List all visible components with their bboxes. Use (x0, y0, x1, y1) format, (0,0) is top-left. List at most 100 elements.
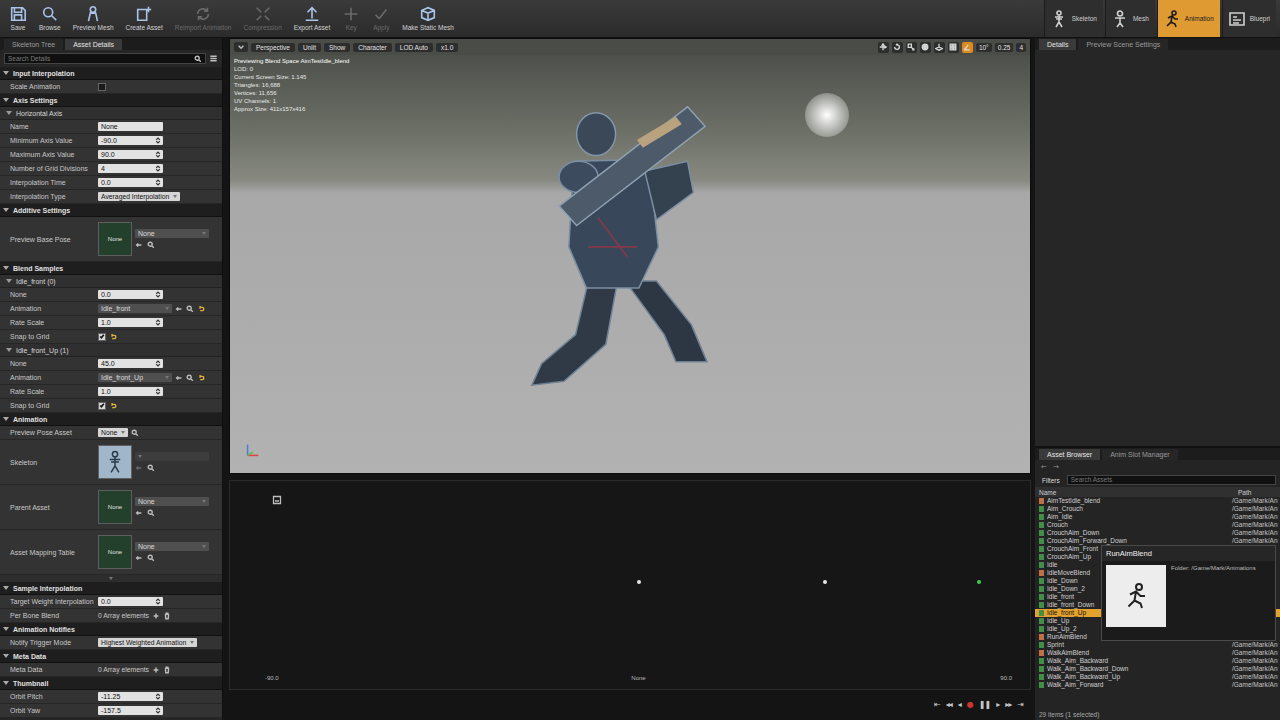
asset-search[interactable]: Search Assets (1067, 475, 1276, 485)
checkbox[interactable] (98, 333, 106, 341)
search-field[interactable]: Search Details (4, 53, 206, 64)
asset-row[interactable]: Sprint/Game/Mark/An (1035, 641, 1280, 649)
trash-icon[interactable] (163, 666, 171, 674)
view-options-icon[interactable] (209, 54, 218, 63)
skeleton-thumbnail[interactable] (98, 445, 132, 479)
number-field[interactable]: 0.0 (98, 290, 163, 299)
asset-combo[interactable]: Idle_front_Up (98, 373, 172, 382)
playback-button[interactable]: ⇥ (1017, 699, 1023, 711)
reset-arrow-icon[interactable] (109, 402, 117, 410)
dropdown[interactable]: None (98, 428, 128, 437)
playback-button[interactable]: ◂◂ (946, 699, 952, 711)
asset-combo[interactable]: Idle_front (98, 304, 172, 313)
use-selected-arrow-icon[interactable] (175, 305, 183, 313)
asset-combo[interactable]: None (135, 542, 209, 551)
magnifier-icon[interactable] (131, 429, 139, 437)
viewport-button[interactable]: x1.0 (436, 43, 458, 52)
viewport-button[interactable]: LOD Auto (395, 43, 433, 52)
section-header[interactable]: Animation (0, 413, 222, 426)
section-header[interactable]: Sample Interpolation (0, 582, 222, 595)
asset-row[interactable]: Walk_Aim_Backward_Down/Game/Mark/An (1035, 665, 1280, 673)
sample-point[interactable] (637, 580, 641, 584)
toolbar-button[interactable]: Make Static Mesh (397, 0, 459, 37)
snap-value[interactable]: 4 (1016, 43, 1026, 52)
section-header[interactable]: Additive Settings (0, 204, 222, 217)
mode-button[interactable]: Mesh (1105, 0, 1155, 37)
section-header[interactable]: Blend Samples (0, 262, 222, 275)
dropdown[interactable]: Highest Weighted Animation (98, 638, 197, 647)
number-field[interactable]: None (98, 122, 163, 131)
plus-icon[interactable] (152, 612, 160, 620)
magnifier-icon[interactable] (147, 554, 155, 562)
property-group[interactable]: Idle_front_Up (1) (0, 344, 222, 357)
number-field[interactable]: 1.0 (98, 318, 163, 327)
section-header[interactable]: Input Interpolation (0, 67, 222, 80)
asset-row[interactable]: WalkAimBlend/Game/Mark/An (1035, 649, 1280, 657)
use-selected-arrow-icon[interactable] (175, 374, 183, 382)
number-field[interactable]: 0.0 (98, 597, 163, 606)
magnifier-icon[interactable] (147, 464, 155, 472)
toolbar-button[interactable]: Save (4, 0, 32, 37)
asset-row[interactable]: Aim_Idle/Game/Mark/An (1035, 513, 1280, 521)
viewport-menu-button[interactable] (234, 42, 248, 52)
number-field[interactable]: -157.5 (98, 706, 163, 715)
viewport-button[interactable]: Character (353, 43, 392, 52)
viewport-tool[interactable] (962, 42, 973, 53)
scene-view[interactable]: Previewing Blend Space AimTestIdle_blend… (230, 55, 1030, 473)
playback-button[interactable]: ▸ (996, 699, 999, 711)
toolbar-button[interactable]: Preview Mesh (68, 0, 119, 37)
history-button[interactable]: ← (1041, 463, 1047, 471)
preview-point[interactable] (977, 580, 981, 584)
playback-button[interactable]: ▸▸ (1005, 699, 1011, 711)
toolbar-button[interactable]: Apply (367, 0, 395, 37)
asset-row[interactable]: CrouchAim_Down/Game/Mark/An (1035, 529, 1280, 537)
panel-tab[interactable]: Preview Scene Settings (1078, 39, 1168, 50)
playback-button[interactable]: ⇤ (934, 699, 940, 711)
panel-tab[interactable]: Details (1039, 39, 1076, 50)
panel-tab[interactable]: Asset Details (65, 39, 122, 50)
viewport-tool[interactable] (934, 42, 945, 53)
toolbar-button[interactable]: Export Asset (289, 0, 336, 37)
viewport-button[interactable]: Show (324, 43, 350, 52)
number-field[interactable]: 90.0 (98, 150, 163, 159)
viewport-button[interactable]: Perspective (251, 43, 295, 52)
number-field[interactable]: 45.0 (98, 359, 163, 368)
reset-arrow-icon[interactable] (109, 333, 117, 341)
magnifier-icon[interactable] (186, 374, 194, 382)
use-selected-arrow-icon[interactable] (135, 554, 143, 562)
viewport-tool[interactable] (878, 42, 889, 53)
use-selected-arrow-icon[interactable] (135, 509, 143, 517)
asset-thumbnail[interactable]: None (98, 490, 132, 524)
advanced-expander[interactable] (0, 575, 222, 582)
reset-arrow-icon[interactable] (197, 374, 205, 382)
section-header[interactable]: Animation Notifies (0, 623, 222, 636)
snap-value[interactable]: 0.25 (995, 43, 1014, 52)
section-header[interactable]: Meta Data (0, 650, 222, 663)
number-field[interactable]: -90.0 (98, 136, 163, 145)
use-selected-arrow-icon[interactable] (135, 241, 143, 249)
panel-tab[interactable]: Anim Slot Manager (1102, 449, 1178, 460)
reset-arrow-icon[interactable] (197, 305, 205, 313)
number-field[interactable]: 4 (98, 164, 163, 173)
sample-point[interactable] (823, 580, 827, 584)
property-group[interactable]: Horizontal Axis (0, 107, 222, 120)
plus-icon[interactable] (152, 666, 160, 674)
playback-button[interactable]: ◂ (958, 699, 961, 711)
checkbox[interactable] (98, 83, 106, 91)
number-field[interactable]: -11.25 (98, 692, 163, 701)
asset-thumbnail[interactable]: None (98, 222, 132, 256)
checkbox[interactable] (98, 402, 106, 410)
asset-row[interactable]: Walk_Aim_Forward/Game/Mark/An (1035, 681, 1280, 689)
asset-row[interactable]: Walk_Aim_Backward/Game/Mark/An (1035, 657, 1280, 665)
asset-combo[interactable]: None (135, 497, 209, 506)
dropdown[interactable]: Averaged Interpolation (98, 192, 180, 201)
asset-row[interactable]: AimTestIdle_blend/Game/Mark/An (1035, 497, 1280, 505)
section-header[interactable]: Axis Settings (0, 94, 222, 107)
trash-icon[interactable] (163, 612, 171, 620)
viewport-tool[interactable] (920, 42, 931, 53)
asset-combo[interactable]: None (135, 229, 209, 238)
viewport-tool[interactable] (906, 42, 917, 53)
mode-button[interactable]: Bluepri (1222, 0, 1276, 37)
magnifier-icon[interactable] (147, 509, 155, 517)
viewport-button[interactable]: Unlit (298, 43, 321, 52)
